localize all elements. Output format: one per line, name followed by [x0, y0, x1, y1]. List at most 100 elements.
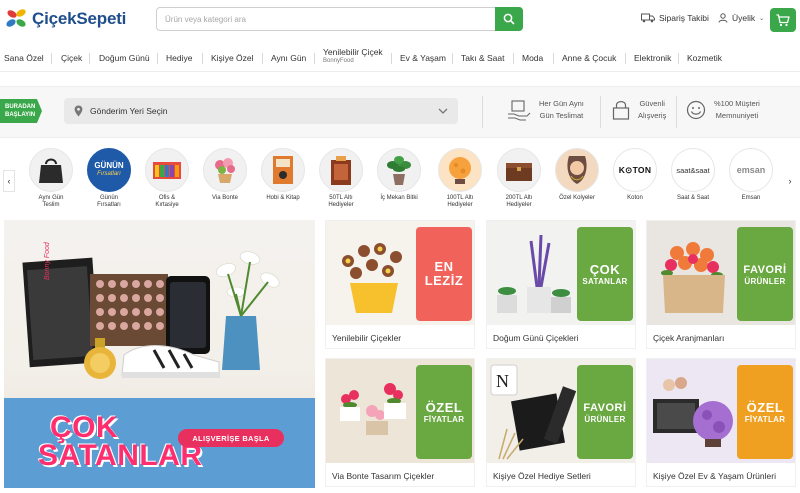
tile-label: Via Bonte Tasarım Çiçekler	[332, 471, 435, 481]
category-saat-saat[interactable]: saat&saat Saat & Saat	[664, 148, 722, 202]
promo-tile-aranjman[interactable]: FAVORİ ÜRÜNLER Çiçek Aranjmanları	[646, 220, 796, 349]
shop-now-button[interactable]: ALIŞVERİŞE BAŞLA	[178, 429, 284, 447]
category-200tl-alti[interactable]: 200TL Altı Hediyeler	[490, 148, 548, 209]
category-label: 100TL Altı	[446, 195, 474, 201]
start-here-badge: BURADAN BAŞLAYIN	[0, 99, 42, 123]
category-image	[29, 148, 73, 192]
carousel-prev-button[interactable]: ‹	[3, 170, 15, 192]
chevron-down-icon: ⌄	[759, 15, 765, 22]
location-pin-icon	[74, 105, 83, 117]
nav-divider	[51, 53, 52, 64]
tile-label: Yenilebilir Çiçekler	[332, 333, 402, 343]
category-label: Özel Kolyeler	[559, 195, 595, 201]
category-koton[interactable]: K⊙TON Koton	[606, 148, 664, 202]
nav-item-sana-ozel[interactable]: Sana Özel	[4, 53, 44, 63]
tile-image: N FAVORİ ÜRÜNLER	[487, 359, 635, 463]
tile-label: Çiçek Aranjmanları	[653, 333, 725, 343]
category-image	[203, 148, 247, 192]
flower-pot-icon	[215, 158, 235, 183]
nav-item-yenilebilir-cicek[interactable]: Yenilebilir Çiçek BonnyFood	[323, 48, 383, 66]
divider	[676, 96, 677, 128]
category-label: Hediyeler	[506, 202, 532, 208]
category-emsan[interactable]: emsan Emsan	[722, 148, 780, 202]
nav-divider	[89, 53, 90, 64]
moon-lamp-illustration	[653, 377, 733, 447]
feature-secure-line1: Güvenli	[639, 99, 665, 108]
nav-item-cicek[interactable]: Çiçek	[61, 53, 82, 63]
membership-link[interactable]: Üyelik ⌄	[718, 13, 764, 23]
tile-image: EN LEZİZ	[326, 221, 474, 325]
nav-item-kisiye-ozel[interactable]: Kişiye Özel	[211, 53, 254, 63]
tile-badge-text: FAVORİ	[743, 263, 787, 276]
divider	[600, 96, 601, 128]
tile-badge-text: SATANLAR	[582, 276, 628, 286]
feature-same-day: Her Gün Aynı Gün Teslimat	[507, 98, 584, 122]
nav-divider	[314, 53, 315, 64]
category-100tl-alti[interactable]: 100TL Altı Hediyeler	[431, 148, 489, 209]
category-label: Teslim	[42, 202, 60, 208]
category-image	[145, 148, 189, 192]
tile-badge-text: ÜRÜNLER	[744, 276, 786, 286]
category-via-bonte[interactable]: Via Bonte	[196, 148, 254, 202]
category-gunun-firsatlari[interactable]: GÜNÜN Fırsatları Günün Fırsatları	[80, 148, 138, 209]
tile-badge-text: LEZİZ	[424, 273, 464, 288]
nav-divider	[202, 53, 203, 64]
nav-item-moda[interactable]: Moda	[522, 53, 543, 63]
cart-button[interactable]	[770, 8, 796, 32]
cart-icon	[776, 13, 790, 26]
tile-badge-text: ÜRÜNLER	[584, 414, 626, 424]
nav-item-dogum-gunu[interactable]: Doğum Günü	[99, 53, 150, 63]
nav-item-taki-saat[interactable]: Takı & Saat	[461, 53, 504, 63]
location-select[interactable]: Gönderim Yeri Seçin	[64, 98, 458, 124]
nav-divider	[452, 53, 453, 64]
nav-item-kozmetik[interactable]: Kozmetik	[687, 53, 722, 63]
feature-same-day-line2: Gün Teslimat	[539, 111, 584, 120]
tile-image: ÖZEL FİYATLAR	[326, 359, 474, 463]
nav-item-hediye[interactable]: Hediye	[166, 53, 192, 63]
category-ozel-kolyeler[interactable]: Özel Kolyeler	[548, 148, 606, 202]
category-ayni-gun[interactable]: Aynı Gün Teslim	[22, 148, 80, 209]
promo-tile-dogum-gunu[interactable]: ÇOK SATANLAR Doğum Günü Çiçekleri	[486, 220, 636, 349]
logo[interactable]: ÇiçekSepeti	[4, 8, 126, 30]
category-label: Emsan	[741, 195, 761, 201]
smile-icon	[686, 100, 706, 120]
hero-title-line-2: SATANLAR	[38, 439, 203, 472]
nav-item-ayni-gun[interactable]: Aynı Gün	[271, 53, 306, 63]
flower-arrangements-illustration	[340, 383, 406, 435]
deal-circle-text: GÜNÜN	[94, 161, 124, 170]
promo-tile-ev-yasam[interactable]: ÖZEL FİYATLAR Kişiye Özel Ev & Yaşam Ürü…	[646, 358, 796, 487]
search-button[interactable]	[495, 7, 523, 31]
nav-item-elektronik[interactable]: Elektronik	[634, 53, 671, 63]
lavender-pots-illustration	[497, 234, 571, 313]
search-input[interactable]	[157, 8, 487, 30]
flower-logo-icon	[6, 9, 26, 27]
category-label: Fırsatları	[97, 202, 121, 208]
main-nav: Sana Özel Çiçek Doğum Günü Hediye Kişiye…	[0, 44, 800, 72]
location-placeholder: Gönderim Yeri Seçin	[90, 106, 168, 116]
carousel-next-button[interactable]: ›	[784, 170, 796, 192]
tile-badge: FAVORİ ÜRÜNLER	[577, 365, 633, 459]
truck-icon	[641, 13, 655, 23]
hero-banner[interactable]: Bonny Food ÇOK SATANLAR ALIŞVERİŞE BAŞLA	[4, 220, 315, 488]
badge-line-2: BAŞLAYIN	[5, 112, 36, 118]
promo-tile-hediye-setleri[interactable]: N FAVORİ ÜRÜNLER Kişiye Özel Hediye Setl…	[486, 358, 636, 487]
category-ic-mekan-bitki[interactable]: İç Mekan Bitki	[370, 148, 428, 202]
feature-secure: Güvenli Alışveriş	[612, 98, 666, 122]
nav-item-ev-yasam[interactable]: Ev & Yaşam	[400, 53, 446, 63]
page: ÇiçekSepeti Sipariş Takibi	[0, 0, 800, 493]
svg-text:N: N	[496, 371, 509, 391]
category-hobi-kitap[interactable]: Hobi & Kitap	[254, 148, 312, 202]
promo-tile-via-bonte[interactable]: ÖZEL FİYATLAR Via Bonte Tasarım Çiçekler	[325, 358, 475, 487]
tile-label: Kişiye Özel Ev & Yaşam Ürünleri	[653, 471, 776, 481]
tile-image: ÇOK SATANLAR	[487, 221, 635, 325]
tile-badge: EN LEZİZ	[416, 227, 472, 321]
order-tracking-link[interactable]: Sipariş Takibi	[641, 13, 709, 23]
tile-badge-text: ÖZEL	[425, 399, 463, 415]
promo-tile-yenilebilir[interactable]: EN LEZİZ Yenilebilir Çiçekler	[325, 220, 475, 349]
logo-text: ÇiçekSepeti	[32, 9, 127, 28]
category-50tl-alti[interactable]: 50TL Altı Hediyeler	[312, 148, 370, 209]
gift-set-illustration: N	[490, 364, 577, 460]
nav-item-anne-cocuk[interactable]: Anne & Çocuk	[562, 53, 616, 63]
category-label: İç Mekan Bitki	[380, 195, 418, 201]
category-ofis-kirtasiye[interactable]: Ofis & Kırtasiye	[138, 148, 196, 209]
